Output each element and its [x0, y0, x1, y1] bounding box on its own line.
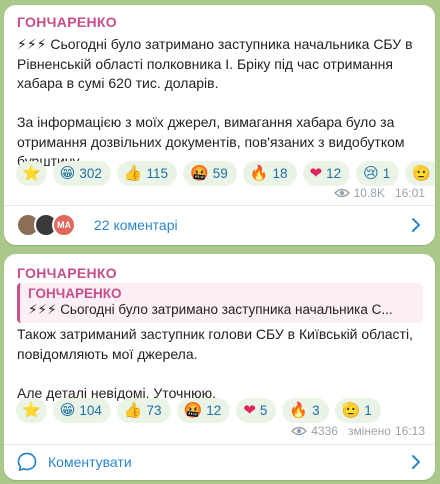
comments-label: Коментувати: [48, 454, 132, 470]
text-line-blank: [17, 94, 423, 114]
reactions-bar: ⭐ 😁 104 👍 73 🤬 12 ❤ 5 🔥 3 🫡 1: [16, 398, 427, 423]
text-line: Також затриманий заступник голови СБУ в …: [17, 326, 413, 342]
eye-icon: [291, 426, 308, 436]
text-line: Рівненській області полковника І. Бріку …: [17, 55, 393, 72]
reaction-count: 3: [312, 403, 320, 418]
reaction-grin[interactable]: 😁 302: [52, 161, 111, 186]
reaction-thumbs-up[interactable]: 👍 73: [116, 398, 171, 423]
text-line-blank: [17, 364, 423, 384]
comments-label: 22 коментарі: [94, 217, 178, 233]
heart-icon: ❤: [243, 402, 256, 419]
avatar: MA: [52, 213, 76, 237]
text-line: хабара в сумі 620 тис. доларів.: [17, 75, 219, 91]
fire-icon: 🔥: [289, 402, 309, 419]
leave-comment-button[interactable]: Коментувати: [4, 444, 435, 480]
text-line: повідомляють мої джерела.: [17, 345, 198, 362]
grin-emoji-icon: 😁: [59, 402, 76, 419]
reaction-star[interactable]: ⭐: [16, 161, 47, 186]
reaction-grin[interactable]: 😁 104: [52, 398, 111, 423]
cursing-face-icon: 🤬: [183, 402, 203, 419]
commenter-avatars: MA: [16, 213, 76, 237]
post-author[interactable]: ГОНЧАРЕНКО: [17, 14, 117, 30]
channel-post: ГОНЧАРЕНКО ГОНЧАРЕНКО ⚡⚡⚡ Сьогодні було …: [4, 254, 435, 480]
post-text: Також затриманий заступник голови СБУ в …: [17, 325, 423, 403]
text-line: отримання дозвільних документів, пов'яза…: [17, 133, 405, 150]
text-line: За інформацією з моїх джерел, вимагання …: [17, 114, 395, 130]
post-meta: 10.8K 16:01: [333, 186, 425, 200]
reaction-count: 1: [382, 166, 391, 181]
edited-label: змінено: [347, 424, 391, 438]
reaction-count: 1: [364, 403, 372, 418]
thumbs-up-icon: 👍: [123, 165, 143, 182]
post-author[interactable]: ГОНЧАРЕНКО: [17, 265, 117, 281]
chevron-right-icon: [412, 218, 420, 232]
reaction-count: 73: [146, 403, 162, 418]
quote-author: ГОНЧАРЕНКО: [28, 286, 122, 301]
comments-button[interactable]: MA 22 коментарі: [4, 205, 435, 245]
post-time: 16:01: [394, 186, 425, 200]
reaction-heart[interactable]: ❤ 5: [236, 398, 277, 423]
reaction-fire[interactable]: 🔥 3: [282, 398, 329, 423]
chevron-right-icon: [412, 455, 420, 469]
reaction-fire[interactable]: 🔥 18: [242, 161, 297, 186]
reply-quote[interactable]: ГОНЧАРЕНКО ⚡⚡⚡ Сьогодні було затримано з…: [17, 283, 423, 323]
reaction-thumbs-up[interactable]: 👍 115: [116, 161, 178, 186]
salute-icon: 🫡: [341, 402, 361, 419]
reaction-count: 104: [79, 403, 102, 418]
channel-post: ГОНЧАРЕНКО ⚡⚡⚡ Сьогодні було затримано з…: [4, 5, 435, 245]
text-line: ⚡⚡⚡ Сьогодні було затримано заступника н…: [17, 36, 413, 52]
reaction-count: 115: [146, 166, 169, 181]
reactions-bar: ⭐ 😁 302 👍 115 🤬 59 🔥 18 ❤ 12 😢 1 🫡 1: [16, 161, 435, 186]
reaction-cursing[interactable]: 🤬 12: [176, 398, 231, 423]
reaction-cursing[interactable]: 🤬 59: [183, 161, 237, 186]
reaction-cry[interactable]: 😢 1: [356, 161, 400, 186]
salute-icon: 🫡: [412, 165, 431, 182]
quote-text: ⚡⚡⚡ Сьогодні було затримано заступника н…: [28, 302, 393, 317]
crying-face-icon: 😢: [363, 165, 379, 182]
post-meta: 4336 змінено 16:13: [291, 424, 425, 438]
reaction-salute[interactable]: 🫡 1: [405, 161, 435, 186]
eye-icon: [333, 188, 350, 198]
views-count: 4336: [311, 424, 338, 438]
views-count: 10.8K: [353, 186, 385, 200]
cursing-face-icon: 🤬: [190, 165, 209, 182]
thumbs-up-icon: 👍: [123, 402, 143, 419]
grin-emoji-icon: 😁: [59, 165, 76, 182]
reaction-count: 302: [79, 166, 102, 181]
reaction-heart[interactable]: ❤ 12: [302, 161, 351, 186]
reaction-count: 18: [272, 166, 288, 181]
post-time: 16:13: [394, 424, 425, 438]
reaction-count: 12: [206, 403, 222, 418]
reaction-salute[interactable]: 🫡 1: [334, 398, 381, 423]
star-icon: ⭐: [22, 402, 41, 419]
comment-bubble-icon: [17, 452, 37, 472]
reaction-star[interactable]: ⭐: [16, 398, 47, 423]
post-text: ⚡⚡⚡ Сьогодні було затримано заступника н…: [17, 35, 423, 172]
reaction-count: 59: [212, 166, 228, 181]
star-icon: ⭐: [22, 165, 41, 182]
heart-icon: ❤: [309, 165, 323, 182]
reaction-count: 12: [326, 166, 342, 181]
reaction-count: 5: [259, 403, 268, 418]
fire-icon: 🔥: [249, 165, 269, 182]
